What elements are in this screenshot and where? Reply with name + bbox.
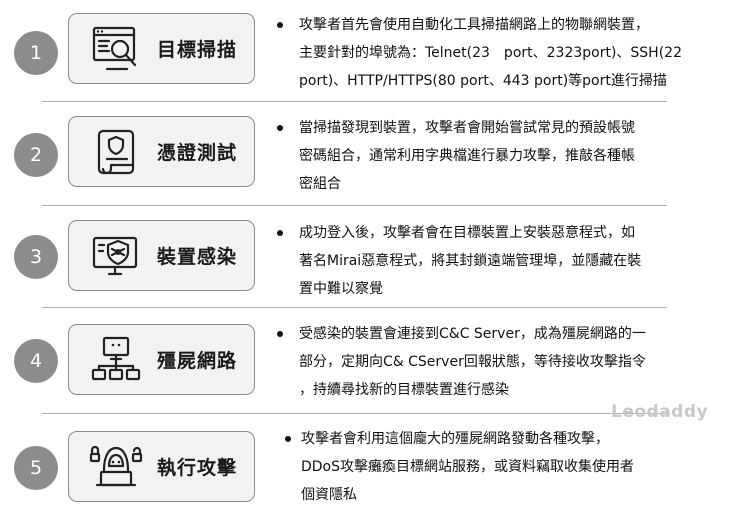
bullet-icon <box>285 436 291 442</box>
bullet-icon <box>277 22 283 28</box>
description-line: 攻擊者會利用這個龐大的殭屍網路發動各種攻擊， <box>301 431 609 447</box>
description-line: 受感染的裝置會連接到C&C Server，成為殭屍網路的一 <box>299 326 646 342</box>
step-number: 4 <box>14 339 58 383</box>
step-description: 攻擊者會利用這個龐大的殭屍網路發動各種攻擊， DDoS攻擊癱瘓目標網站服務，或資… <box>301 425 634 509</box>
step-number: 1 <box>14 31 58 75</box>
description-line: ，持續尋找新的目標裝置進行感染 <box>299 382 509 398</box>
step-description: 攻擊者首先會使用自動化工具掃描網路上的物聯網裝置， 主要針對的埠號為：Telne… <box>299 11 682 95</box>
infected-monitor-icon <box>92 236 138 276</box>
description-line: 著名Mirai惡意程式，將其封鎖遠端管理埠，並隱藏在裝 <box>299 253 642 269</box>
hacker-attack-icon <box>89 445 143 487</box>
description-line: DDoS攻擊癱瘓目標網站服務，或資料竊取收集使用者 <box>301 459 635 475</box>
step-number: 5 <box>14 446 58 490</box>
description-line: port)、HTTP/HTTPS(80 port、443 port)等port進… <box>299 73 667 89</box>
description-line: 攻擊者首先會使用自動化工具掃描網路上的物聯網裝置， <box>299 17 649 33</box>
bullet-icon <box>277 125 283 131</box>
description-line: 密碼組合，通常利用字典檔進行暴力攻擊，推敲各種帳 <box>299 148 635 164</box>
divider <box>42 307 667 308</box>
bullet-icon <box>277 230 283 236</box>
scan-icon <box>92 26 137 71</box>
step-description: 當掃描發現到裝置，攻擊者會開始嘗試常見的預設帳號 密碼組合，通常利用字典檔進行暴… <box>299 114 635 198</box>
description-line: 部分，定期向C& CServer回報狀態，等待接收攻擊指令 <box>299 354 646 370</box>
step-title: 憑證測試 <box>157 142 238 164</box>
description-line: 置中難以察覺 <box>299 281 383 297</box>
step-title-box: 裝置感染 <box>68 220 255 291</box>
step-title: 殭屍網路 <box>157 350 238 372</box>
step-description: 成功登入後，攻擊者會在目標裝置上安裝惡意程式，如 著名Mirai惡意程式，將其封… <box>299 219 641 303</box>
step-title-box: 憑證測試 <box>68 116 255 187</box>
step-title: 執行攻擊 <box>157 457 238 479</box>
divider <box>42 413 667 414</box>
step-title: 裝置感染 <box>157 246 238 268</box>
bullet-icon <box>277 331 283 337</box>
step-title-box: 殭屍網路 <box>68 324 255 395</box>
step-number: 3 <box>14 235 58 279</box>
divider <box>42 101 667 102</box>
credential-scroll-icon <box>97 129 135 175</box>
description-line: 主要針對的埠號為：Telnet(23 port、2323port)、SSH(22 <box>299 45 682 61</box>
step-title-box: 執行攻擊 <box>68 431 255 502</box>
step-description: 受感染的裝置會連接到C&C Server，成為殭屍網路的一 部分，定期向C& C… <box>299 320 646 404</box>
botnet-network-icon <box>91 336 141 381</box>
step-title: 目標掃描 <box>157 39 238 61</box>
description-line: 成功登入後，攻擊者會在目標裝置上安裝惡意程式，如 <box>299 225 635 241</box>
description-line: 當掃描發現到裝置，攻擊者會開始嘗試常見的預設帳號 <box>299 120 635 136</box>
watermark: Leodaddy <box>611 402 709 422</box>
step-number: 2 <box>14 133 58 177</box>
divider <box>42 205 667 206</box>
description-line: 個資隱私 <box>301 487 357 503</box>
description-line: 密組合 <box>299 176 341 192</box>
step-title-box: 目標掃描 <box>68 13 255 84</box>
